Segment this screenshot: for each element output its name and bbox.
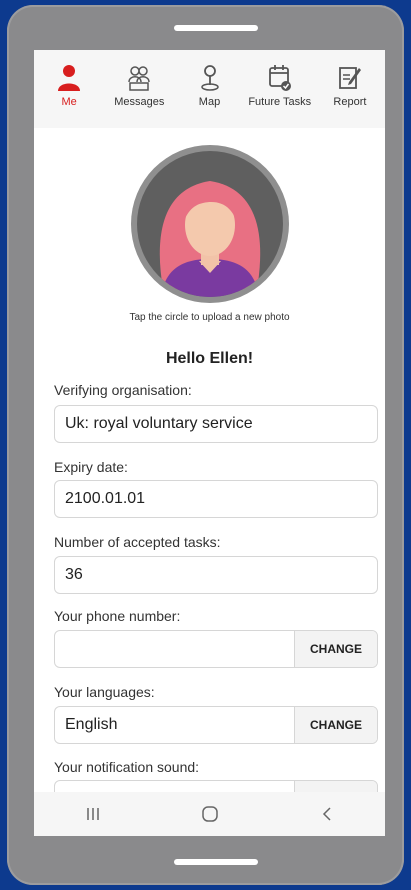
android-nav-bar bbox=[34, 792, 385, 836]
org-field[interactable]: Uk: royal voluntary service bbox=[54, 405, 378, 443]
sound-label: Your notification sound: bbox=[54, 759, 200, 775]
tab-me[interactable]: Me bbox=[34, 50, 104, 128]
phone-label: Your phone number: bbox=[54, 608, 181, 624]
tab-label: Me bbox=[61, 96, 77, 108]
app-screen: Me Messages Map Future Tasks Report Tap … bbox=[34, 50, 385, 836]
calendar-check-icon bbox=[268, 65, 291, 91]
map-pin-icon bbox=[200, 65, 219, 91]
tasks-field[interactable]: 36 bbox=[54, 556, 378, 594]
speaker-bottom bbox=[174, 859, 258, 865]
profile-photo-button[interactable] bbox=[131, 145, 289, 303]
languages-label: Your languages: bbox=[54, 684, 155, 700]
back-button[interactable] bbox=[297, 792, 357, 836]
group-icon bbox=[128, 66, 151, 91]
edit-report-icon bbox=[339, 67, 361, 89]
phone-input[interactable] bbox=[55, 631, 294, 667]
person-icon bbox=[58, 65, 81, 91]
tab-report[interactable]: Report bbox=[315, 50, 385, 128]
avatar bbox=[137, 151, 283, 297]
languages-change-button[interactable]: CHANGE bbox=[294, 707, 377, 743]
tab-future-tasks[interactable]: Future Tasks bbox=[245, 50, 315, 128]
top-tab-bar: Me Messages Map Future Tasks Report bbox=[34, 50, 385, 128]
phone-frame: Me Messages Map Future Tasks Report Tap … bbox=[7, 5, 404, 885]
avatar-illustration bbox=[159, 181, 261, 297]
languages-field: English CHANGE bbox=[54, 706, 378, 744]
home-button[interactable] bbox=[180, 792, 240, 836]
back-icon bbox=[322, 807, 331, 821]
tab-label: Report bbox=[333, 96, 367, 108]
tab-label: Map bbox=[198, 96, 221, 108]
recent-apps-icon bbox=[86, 808, 99, 820]
phone-field: CHANGE bbox=[54, 630, 378, 668]
phone-change-button[interactable]: CHANGE bbox=[294, 631, 377, 667]
tab-messages[interactable]: Messages bbox=[104, 50, 174, 128]
expiry-label: Expiry date: bbox=[54, 459, 128, 475]
recent-apps-button[interactable] bbox=[63, 792, 123, 836]
upload-hint: Tap the circle to upload a new photo bbox=[129, 312, 290, 323]
home-icon bbox=[201, 806, 218, 822]
speaker-top bbox=[174, 25, 258, 31]
expiry-field[interactable]: 2100.01.01 bbox=[54, 480, 378, 518]
greeting: Hello Ellen! bbox=[165, 350, 254, 367]
tab-label: Messages bbox=[114, 96, 165, 108]
org-label: Verifying organisation: bbox=[54, 382, 192, 398]
languages-value[interactable]: English bbox=[55, 707, 294, 743]
tab-label: Future Tasks bbox=[248, 96, 312, 108]
tab-map[interactable]: Map bbox=[174, 50, 244, 128]
tasks-label: Number of accepted tasks: bbox=[54, 534, 221, 550]
